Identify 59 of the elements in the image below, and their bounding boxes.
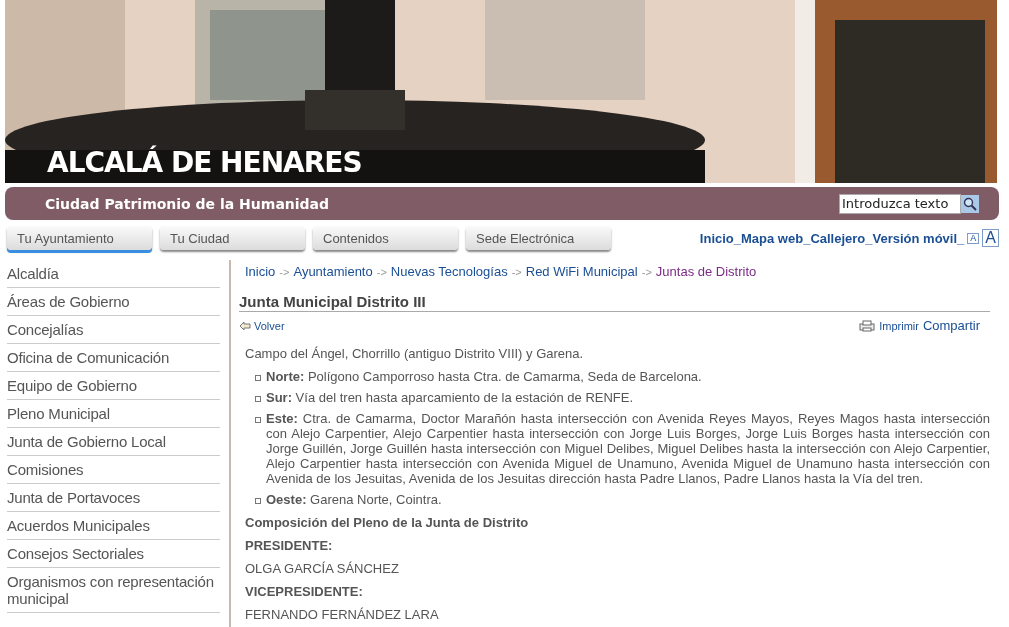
- breadcrumb-separator: ->: [511, 266, 522, 278]
- section-heading: VICEPRESIDENTE:: [245, 584, 364, 599]
- sidebar-item[interactable]: Organismos con representación municipal: [7, 568, 220, 613]
- breadcrumb-link[interactable]: Inicio: [245, 264, 276, 279]
- sidebar-item[interactable]: Junta de Portavoces: [7, 484, 220, 512]
- sidebar-item[interactable]: Concejalías: [7, 316, 220, 344]
- member-name: FERNANDO FERNÁNDEZ LARA: [245, 607, 440, 622]
- sidebar-item[interactable]: Oficina de Comunicación: [7, 344, 220, 372]
- breadcrumb-link[interactable]: Nuevas Tecnologías: [390, 264, 508, 279]
- printer-icon: [859, 319, 876, 332]
- breadcrumb-link[interactable]: Ayuntamiento: [293, 264, 373, 279]
- page-title: Junta Municipal Distrito III: [239, 293, 990, 312]
- font-size-button[interactable]: A: [982, 229, 999, 247]
- top-link[interactable]: Callejero: [810, 230, 866, 246]
- search-field[interactable]: Introduzca texto: [839, 193, 961, 214]
- link-separator: _: [733, 230, 741, 246]
- member-name: OLGA GARCÍA SÁNCHEZ: [245, 561, 400, 576]
- top-link[interactable]: Versión móvil: [872, 230, 958, 246]
- breadcrumb-link[interactable]: Juntas de Distrito: [655, 264, 757, 279]
- breadcrumb-separator: ->: [279, 266, 290, 278]
- site-title: ALCALÁ DE HENARES: [47, 146, 362, 179]
- breadcrumb-separator: ->: [376, 266, 387, 278]
- link-separator: _: [957, 230, 965, 246]
- top-link[interactable]: Mapa web: [741, 230, 804, 246]
- nav-tab[interactable]: Sede Electrónica: [466, 226, 611, 250]
- sidebar-item[interactable]: Equipo de Gobierno: [7, 372, 220, 400]
- sidebar-item[interactable]: Pleno Municipal: [7, 400, 220, 428]
- boundary-text: Oeste: Garena Norte, Cointra.: [266, 492, 442, 507]
- back-link[interactable]: Volver: [239, 319, 285, 332]
- nav-tab[interactable]: Contenidos: [313, 226, 458, 250]
- section-heading: Composición del Pleno de la Junta de Distrito: [245, 515, 530, 530]
- sidebar-item[interactable]: Áreas de Gobierno: [7, 288, 220, 316]
- share-link[interactable]: Compartir: [922, 318, 980, 333]
- sidebar-item[interactable]: Comisiones: [7, 456, 220, 484]
- sidebar-item[interactable]: Alcaldía: [7, 260, 220, 288]
- breadcrumb-link[interactable]: Red WiFi Municipal: [525, 264, 638, 279]
- sidebar-item[interactable]: Acuerdos Municipales: [7, 512, 220, 540]
- nav-tab[interactable]: Tu Ayuntamiento: [7, 226, 152, 250]
- link-separator: _: [865, 230, 873, 246]
- bullet-icon: [255, 417, 261, 423]
- site-subtitle: Ciudad Patrimonio de la Humanidad: [45, 195, 330, 212]
- print-link[interactable]: Imprimir: [879, 319, 919, 332]
- section-heading: PRESIDENTE:: [245, 538, 334, 553]
- search-button[interactable]: [961, 194, 979, 213]
- top-link[interactable]: Inicio: [699, 230, 734, 246]
- sidebar-item[interactable]: Junta de Gobierno Local: [7, 428, 220, 456]
- bullet-icon: [255, 396, 261, 402]
- boundary-text: Norte: Polígono Camporroso hasta Ctra. de Camarma, Seda de Barcelona.: [266, 369, 702, 384]
- bullet-icon: [255, 498, 261, 504]
- boundary-text: Sur: Vía del tren hasta aparcamiento de la estación de RENFE.: [266, 390, 634, 405]
- boundary-text: Este: Ctra. de Camarma, Doctor Marañón hasta intersección con Avenida Reyes Mayos, Reyes Magos hasta intersección con Alejo Carpentier, Alejo Carpentier hasta intersección con Jorge Luis Borges, Jorge Luis Borges hasta intersección con Jorge Guillén, Jorge Guillén hasta intersección con Miguel Delibes, Miguel Delibes hasta la intersección con Alejo Carpentier, Alejo Carpentier hasta intersección con Avenida Miguel de Unamuno, Avenida Miguel de Unamuno hasta intersección con Avenida de los Jesuitas, Avenida de los Jesuitas dirección hasta Padre Llanos, Padre Llanos hasta la Vía del tren.: [266, 411, 990, 486]
- nav-tab[interactable]: Tu Ciudad: [160, 226, 305, 250]
- back-arrow-icon: [239, 320, 251, 331]
- sidebar-item[interactable]: Consejos Sectoriales: [7, 540, 220, 568]
- intro-text: Campo del Ángel, Chorrillo (antiguo Distrito VIII) y Garena.: [245, 346, 585, 361]
- link-separator: _: [803, 230, 811, 246]
- breadcrumb-separator: ->: [641, 266, 652, 278]
- font-size-button[interactable]: A: [967, 232, 980, 244]
- bullet-icon: [255, 375, 261, 381]
